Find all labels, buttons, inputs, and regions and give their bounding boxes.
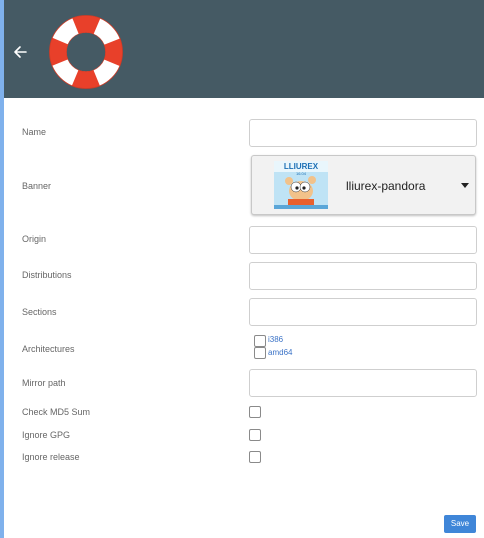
- banner-thumbnail: LLIUREX 16.04: [274, 161, 328, 209]
- arrow-left-icon: [14, 46, 27, 58]
- origin-input[interactable]: [250, 227, 476, 253]
- check-md5-checkbox[interactable]: [249, 406, 261, 418]
- banner-select[interactable]: LLIUREX 16.04 lliurex-pandora: [251, 155, 476, 215]
- origin-field[interactable]: [249, 226, 477, 254]
- arch-i386-label[interactable]: i386: [268, 335, 283, 344]
- distributions-input[interactable]: [250, 263, 476, 289]
- banner-label: Banner: [22, 181, 52, 191]
- mirror-editor-window: Name Banner LLIUREX 16.04 lliurex-pandor…: [4, 0, 484, 538]
- distributions-field[interactable]: [249, 262, 477, 290]
- save-button[interactable]: Save: [444, 515, 476, 533]
- mirror-path-field[interactable]: [249, 369, 477, 397]
- sections-label: Sections: [22, 307, 57, 317]
- lifebuoy-icon: [48, 14, 124, 90]
- name-input[interactable]: [250, 120, 476, 146]
- architectures-label: Architectures: [22, 344, 75, 354]
- mirror-path-input[interactable]: [250, 370, 476, 396]
- sections-input[interactable]: [250, 299, 476, 325]
- ignore-gpg-label: Ignore GPG: [22, 430, 71, 440]
- back-button[interactable]: [10, 40, 34, 64]
- banner-logo-subtext: 16.04: [296, 171, 307, 176]
- sections-field[interactable]: [249, 298, 477, 326]
- name-label: Name: [22, 127, 47, 137]
- mirror-path-label: Mirror path: [22, 378, 66, 388]
- banner-logo-text: LLIUREX: [284, 162, 319, 171]
- app-header: [4, 0, 484, 98]
- ignore-release-checkbox[interactable]: [249, 451, 261, 463]
- arch-amd64-label[interactable]: amd64: [268, 348, 292, 357]
- arch-amd64-checkbox[interactable]: [254, 347, 266, 359]
- check-md5-label: Check MD5 Sum: [22, 407, 91, 417]
- name-field[interactable]: [249, 119, 477, 147]
- banner-selected-value: lliurex-pandora: [346, 179, 426, 193]
- origin-label: Origin: [22, 234, 47, 244]
- distributions-label: Distributions: [22, 270, 72, 280]
- chevron-down-icon: [461, 183, 469, 188]
- ignore-gpg-checkbox[interactable]: [249, 429, 261, 441]
- ignore-release-label: Ignore release: [22, 452, 80, 462]
- arch-i386-checkbox[interactable]: [254, 335, 266, 347]
